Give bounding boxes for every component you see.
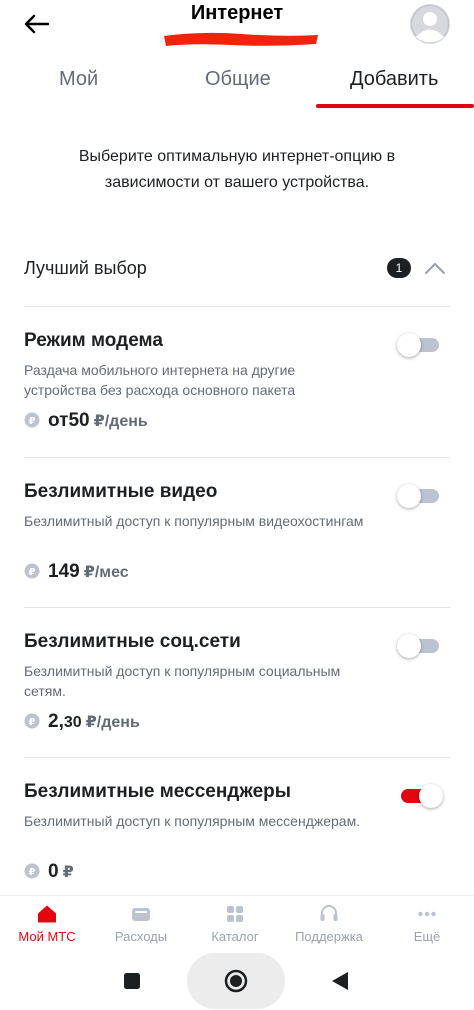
section-best-choice[interactable]: Лучший выбор 1	[24, 252, 450, 288]
nav-label: Каталог	[211, 929, 259, 944]
svg-text:₽: ₽	[29, 867, 36, 878]
option-title: Режим модема	[24, 330, 163, 351]
option-title: Безлимитные соц.сети	[24, 631, 241, 652]
option-price: ₽ от 50 ₽/день	[24, 410, 148, 438]
home-circle-icon[interactable]	[187, 953, 285, 1009]
ruble-coin-icon: ₽	[24, 412, 40, 428]
active-tab-indicator	[316, 104, 474, 108]
option-price: ₽ 2, 30 ₽/день	[24, 711, 140, 739]
toggle-switch[interactable]	[397, 332, 443, 358]
ruble-coin-icon: ₽	[24, 563, 40, 579]
price-fraction: 30	[63, 714, 82, 731]
svg-text:₽: ₽	[29, 416, 36, 427]
back-triangle-icon[interactable]	[330, 971, 350, 991]
price-value: 0	[48, 861, 59, 882]
option-description: Раздача мобильного интернета на другие у…	[24, 362, 296, 398]
user-icon	[410, 4, 450, 44]
price-unit: ₽/мес	[83, 564, 129, 581]
page-title: Интернет	[190, 2, 284, 24]
option-unlimited-social[interactable]: Безлимитные соц.сети Безлимитный доступ …	[24, 631, 450, 781]
toggle-switch[interactable]	[397, 483, 443, 509]
section-title: Лучший выбор	[24, 258, 147, 278]
redaction-mark	[164, 32, 318, 46]
option-title: Безлимитные мессенджеры	[24, 781, 291, 802]
option-description: Безлимитный доступ к популярным мессендж…	[24, 813, 361, 829]
price-value: 149	[48, 561, 80, 582]
tab-bar: Мой Общие Добавить	[0, 60, 474, 110]
nav-label: Ещё	[413, 929, 441, 944]
nav-label: Поддержка	[295, 929, 363, 944]
nav-item-expenses[interactable]: Расходы	[94, 896, 188, 951]
nav-item-my-mts[interactable]: Мой МТС	[0, 896, 94, 951]
nav-label: Расходы	[114, 929, 168, 944]
divider	[24, 607, 450, 608]
ruble-coin-icon: ₽	[24, 713, 40, 729]
chevron-up-icon[interactable]	[422, 256, 448, 280]
nav-item-catalog[interactable]: Каталог	[188, 896, 282, 951]
more-icon	[418, 911, 436, 917]
price-value: 2,	[48, 711, 64, 732]
app-header: Интернет	[0, 0, 474, 60]
headset-icon	[320, 905, 338, 921]
divider	[24, 457, 450, 458]
recents-square-icon[interactable]	[123, 972, 141, 990]
price-prefix: от	[48, 410, 69, 431]
divider	[24, 757, 450, 758]
bottom-navigation: Мой МТС Расходы Каталог Поддержка Ещё	[0, 895, 474, 950]
wallet-icon	[132, 908, 150, 921]
price-unit: ₽/день	[85, 714, 140, 731]
tab-my[interactable]: Мой	[59, 68, 98, 91]
ruble-coin-icon: ₽	[24, 863, 40, 879]
svg-text:₽: ₽	[29, 567, 36, 578]
avatar[interactable]	[410, 4, 450, 44]
option-unlimited-video[interactable]: Безлимитные видео Безлимитный доступ к п…	[24, 481, 450, 631]
nav-item-support[interactable]: Поддержка	[282, 896, 376, 951]
option-description: Безлимитный доступ к популярным видеохос…	[24, 513, 364, 529]
tab-common[interactable]: Общие	[205, 68, 271, 91]
tab-add[interactable]: Добавить	[350, 68, 438, 91]
svg-text:₽: ₽	[29, 717, 36, 728]
count-badge: 1	[387, 258, 411, 278]
price-unit: ₽	[62, 864, 74, 881]
divider	[24, 306, 450, 307]
toggle-switch[interactable]	[397, 783, 443, 809]
intro-text: Выберите оптимальную интернет-опцию в за…	[78, 148, 396, 191]
option-title: Безлимитные видео	[24, 481, 218, 502]
toggle-switch[interactable]	[397, 633, 443, 659]
price-value: 50	[68, 410, 90, 431]
price-unit: ₽/день	[93, 413, 148, 430]
system-navigation-bar	[0, 950, 474, 1010]
grid-icon	[227, 906, 243, 922]
nav-item-more[interactable]: Ещё	[380, 896, 474, 951]
home-icon	[38, 905, 56, 923]
option-description: Безлимитный доступ к популярным социальн…	[24, 663, 341, 699]
option-price: ₽ 149 ₽/мес	[24, 561, 129, 589]
nav-label: Мой МТС	[18, 929, 76, 944]
option-price: ₽ 0 ₽	[24, 861, 74, 889]
